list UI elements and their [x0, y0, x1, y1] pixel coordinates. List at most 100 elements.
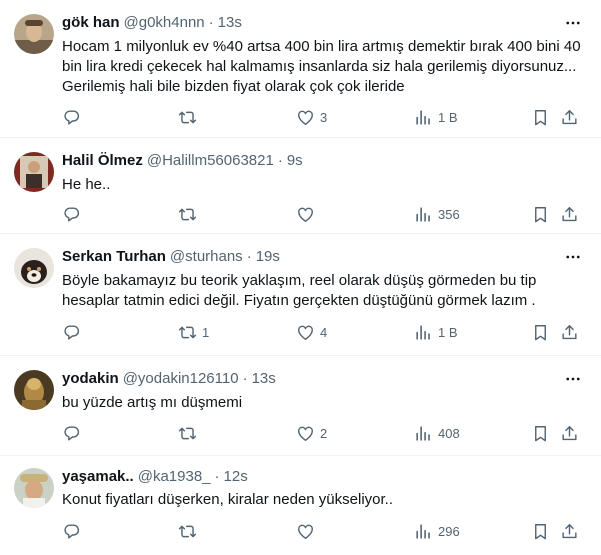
- like-button[interactable]: 2: [296, 423, 327, 443]
- author-name[interactable]: Halil Ölmez: [62, 152, 143, 169]
- views-chart-icon: [414, 522, 433, 541]
- reply-icon: [62, 522, 81, 541]
- avatar[interactable]: [14, 248, 54, 288]
- tweet-actions: 3 1 B: [62, 107, 585, 127]
- avatar[interactable]: [14, 14, 54, 54]
- share-icon: [560, 424, 579, 443]
- views-chart-icon: [414, 108, 433, 127]
- bookmark-icon: [531, 522, 550, 541]
- more-horizontal-icon: [564, 14, 582, 32]
- bookmark-button[interactable]: [531, 107, 550, 127]
- author-name[interactable]: yaşamak..: [62, 468, 134, 485]
- tweet[interactable]: yaşamak.. @ka1938_ · 12s Konut fiyatları…: [0, 456, 601, 555]
- like-button[interactable]: [296, 204, 320, 224]
- retweet-icon: [178, 205, 197, 224]
- separator-dot: ·: [277, 151, 283, 169]
- share-icon: [560, 323, 579, 342]
- retweet-button[interactable]: [178, 107, 202, 127]
- views-count: 1 B: [438, 324, 458, 340]
- tweet[interactable]: Serkan Turhan @sturhans · 19s Böyle baka…: [0, 234, 601, 356]
- author-name[interactable]: Serkan Turhan: [62, 248, 166, 265]
- tweet-actions: 356: [62, 204, 585, 224]
- views-count: 356: [438, 206, 460, 222]
- retweet-icon: [178, 323, 197, 342]
- views-count: 1 B: [438, 109, 458, 125]
- retweet-button[interactable]: [178, 521, 202, 541]
- author-handle[interactable]: @g0kh4nnn: [124, 14, 205, 31]
- bookmark-icon: [531, 205, 550, 224]
- views-chart-icon: [414, 205, 433, 224]
- author-handle[interactable]: @sturhans: [170, 248, 243, 265]
- retweet-count: 1: [202, 324, 210, 340]
- tweet-text: Böyle bakamayız bu teorik yaklaşım, reel…: [62, 272, 537, 309]
- retweet-icon: [178, 108, 197, 127]
- heart-icon: [296, 424, 315, 443]
- views-button[interactable]: 296: [414, 521, 460, 541]
- bookmark-button[interactable]: [531, 423, 550, 443]
- separator-dot: ·: [208, 13, 214, 31]
- heart-icon: [296, 205, 315, 224]
- more-options-button[interactable]: [563, 247, 583, 267]
- author-handle[interactable]: @ka1938_: [138, 468, 211, 485]
- tweet[interactable]: yodakin @yodakin126110 · 13s bu yüzde ar…: [0, 356, 601, 456]
- reply-button[interactable]: [62, 423, 86, 443]
- views-button[interactable]: 356: [414, 204, 460, 224]
- retweet-button[interactable]: 1: [178, 322, 209, 342]
- author-name[interactable]: gök han: [62, 14, 120, 31]
- author-handle[interactable]: @Halillm56063821: [147, 152, 274, 169]
- like-button[interactable]: 4: [296, 322, 327, 342]
- views-button[interactable]: 1 B: [414, 107, 458, 127]
- more-options-button[interactable]: [563, 13, 583, 33]
- retweet-button[interactable]: [178, 204, 202, 224]
- avatar[interactable]: [14, 152, 54, 192]
- like-button[interactable]: [296, 521, 320, 541]
- bookmark-button[interactable]: [531, 204, 550, 224]
- timestamp[interactable]: 9s: [287, 152, 303, 169]
- views-chart-icon: [414, 424, 433, 443]
- tweet[interactable]: gök han @g0kh4nnn · 13s Hocam 1 milyonlu…: [0, 0, 601, 138]
- tweet-header: yaşamak.. @ka1938_ · 12s: [62, 466, 248, 486]
- share-button[interactable]: [560, 107, 579, 127]
- timestamp[interactable]: 19s: [256, 248, 280, 265]
- more-horizontal-icon: [564, 248, 582, 266]
- timestamp[interactable]: 13s: [218, 14, 242, 31]
- bookmark-button[interactable]: [531, 322, 550, 342]
- more-options-button[interactable]: [563, 369, 583, 389]
- author-name[interactable]: yodakin: [62, 370, 119, 387]
- tweet-text: Hocam 1 milyonluk ev %40 artsa 400 bin l…: [62, 38, 581, 95]
- share-button[interactable]: [560, 322, 579, 342]
- reply-icon: [62, 108, 81, 127]
- share-button[interactable]: [560, 204, 579, 224]
- retweet-icon: [178, 522, 197, 541]
- separator-dot: ·: [214, 467, 220, 485]
- reply-button[interactable]: [62, 521, 86, 541]
- tweet-header: gök han @g0kh4nnn · 13s: [62, 12, 242, 32]
- heart-icon: [296, 323, 315, 342]
- bookmark-button[interactable]: [531, 521, 550, 541]
- author-handle[interactable]: @yodakin126110: [123, 370, 239, 387]
- reply-icon: [62, 323, 81, 342]
- timestamp[interactable]: 13s: [252, 370, 276, 387]
- share-button[interactable]: [560, 423, 579, 443]
- like-button[interactable]: 3: [296, 107, 327, 127]
- share-icon: [560, 205, 579, 224]
- timestamp[interactable]: 12s: [224, 468, 248, 485]
- separator-dot: ·: [242, 369, 248, 387]
- tweet-header: yodakin @yodakin126110 · 13s: [62, 368, 276, 388]
- tweet[interactable]: Halil Ölmez @Halillm56063821 · 9s He he.…: [0, 138, 601, 234]
- heart-icon: [296, 108, 315, 127]
- avatar[interactable]: [14, 370, 54, 410]
- share-button[interactable]: [560, 521, 579, 541]
- reply-button[interactable]: [62, 107, 86, 127]
- views-button[interactable]: 1 B: [414, 322, 458, 342]
- retweet-button[interactable]: [178, 423, 202, 443]
- reply-button[interactable]: [62, 322, 86, 342]
- reply-button[interactable]: [62, 204, 86, 224]
- more-horizontal-icon: [564, 370, 582, 388]
- avatar[interactable]: [14, 468, 54, 508]
- bookmark-icon: [531, 108, 550, 127]
- tweet-header: Serkan Turhan @sturhans · 19s: [62, 246, 280, 266]
- share-icon: [560, 522, 579, 541]
- views-button[interactable]: 408: [414, 423, 460, 443]
- views-count: 408: [438, 425, 460, 441]
